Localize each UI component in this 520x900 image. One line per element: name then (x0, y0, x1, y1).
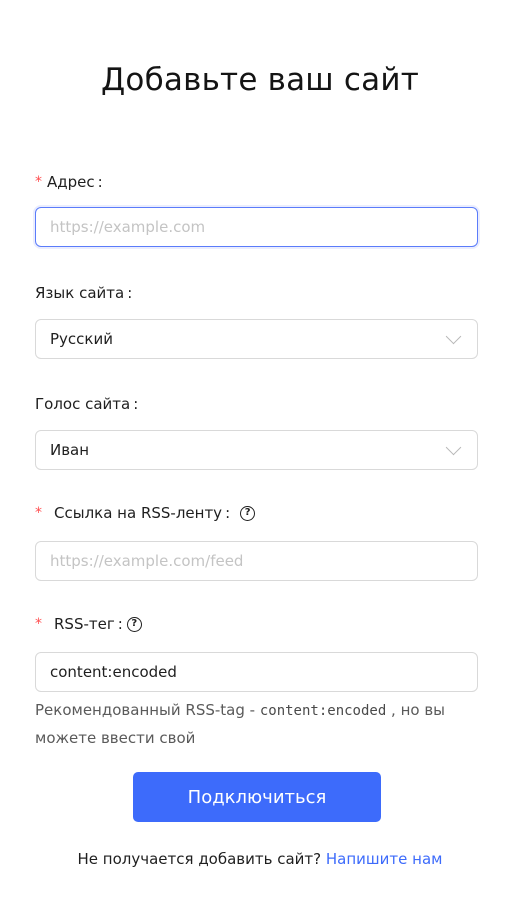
rss-link-input[interactable] (35, 541, 478, 581)
required-mark: * (35, 174, 42, 190)
rss-tag-label: * RSS-тег : ? (35, 614, 478, 634)
rss-link-label-text: Ссылка на RSS-ленту (54, 504, 223, 522)
rss-link-label: * Ссылка на RSS-ленту : ? (35, 503, 478, 523)
required-mark: * (35, 616, 42, 632)
voice-label-text: Голос сайта (35, 395, 131, 413)
contact-us-link[interactable]: Напишите нам (326, 850, 443, 868)
voice-field: Голос сайта : Иван (35, 394, 478, 470)
question-circle-icon[interactable]: ? (240, 505, 256, 521)
rss-tag-hint: Рекомендованный RSS-tag - content:encode… (35, 697, 485, 752)
language-field: Язык сайта : Русский (35, 283, 478, 359)
label-colon: : (133, 395, 139, 413)
hint-code: content:encoded (259, 703, 387, 719)
language-label: Язык сайта : (35, 283, 478, 303)
address-input[interactable] (35, 207, 478, 247)
chevron-down-icon (445, 439, 462, 455)
required-mark: * (35, 505, 42, 521)
page-title: Добавьте ваш сайт (101, 62, 419, 98)
label-colon: : (117, 615, 123, 633)
label-colon: : (127, 284, 133, 302)
label-colon: : (97, 173, 103, 191)
language-selected-value: Русский (50, 330, 113, 348)
rss-tag-field: * RSS-тег : ? (35, 614, 478, 692)
rss-link-field: * Ссылка на RSS-ленту : ? (35, 503, 478, 581)
address-label: * Адрес : (35, 172, 478, 192)
rss-tag-label-text: RSS-тег (54, 615, 115, 633)
add-site-page: Добавьте ваш сайт * Адрес : Язык сайта :… (0, 0, 520, 900)
hint-prefix: Рекомендованный RSS-tag - (35, 701, 260, 719)
voice-select[interactable]: Иван (35, 430, 478, 470)
label-colon: : (225, 504, 231, 522)
question-circle-icon[interactable]: ? (126, 616, 142, 632)
voice-selected-value: Иван (50, 441, 90, 459)
language-label-text: Язык сайта (35, 284, 125, 302)
voice-label: Голос сайта : (35, 394, 478, 414)
rss-tag-input[interactable] (35, 652, 478, 692)
connect-button[interactable]: Подключиться (133, 772, 381, 822)
chevron-down-icon (445, 328, 462, 344)
language-select[interactable]: Русский (35, 319, 478, 359)
footer-text: Не получается добавить сайт? (77, 850, 326, 868)
address-field: * Адрес : (35, 172, 478, 247)
footer-help: Не получается добавить сайт? Напишите на… (0, 850, 520, 868)
address-label-text: Адрес (47, 173, 95, 191)
